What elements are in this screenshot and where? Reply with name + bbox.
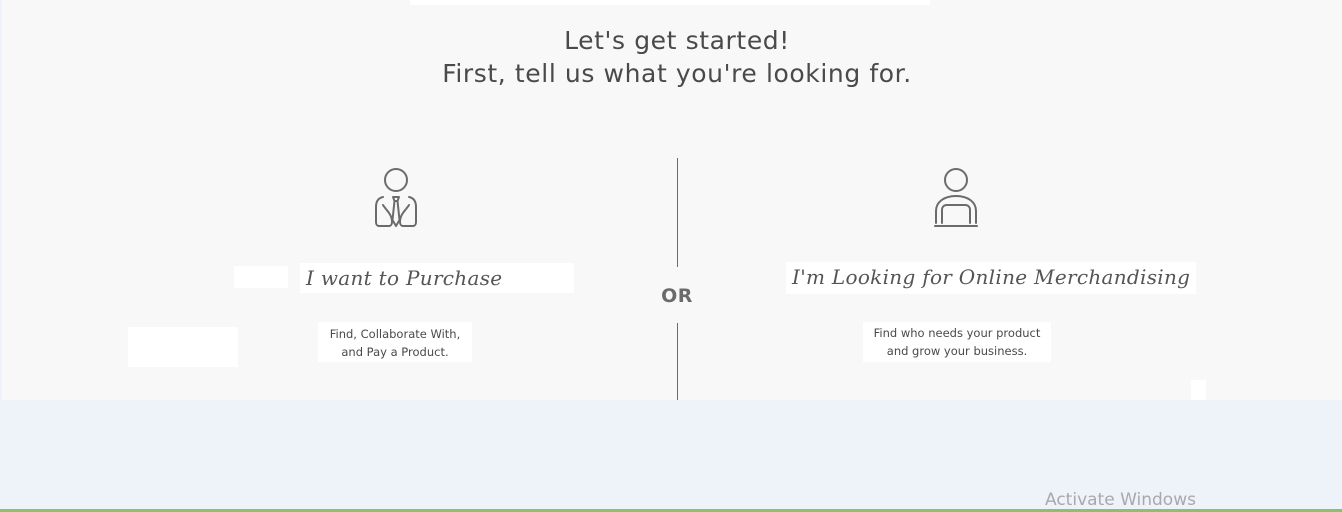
or-label: OR (661, 285, 693, 307)
person-laptop-icon (934, 168, 978, 227)
divider-line (677, 158, 678, 267)
purchase-option-title[interactable]: I want to Purchase (300, 263, 574, 293)
description-line: and Pay a Product. (341, 345, 449, 359)
purchase-option-description: Find, Collaborate With, and Pay a Produc… (318, 322, 472, 362)
page: Let's get started! First, tell us what y… (0, 0, 1342, 512)
description-line: and grow your business. (886, 344, 1028, 358)
divider-line (677, 323, 678, 400)
businessman-icon (375, 168, 417, 227)
page-heading: Let's get started! First, tell us what y… (0, 24, 1342, 90)
description-line: Find, Collaborate With, (329, 327, 461, 341)
heading-line-2: First, tell us what you're looking for. (442, 59, 912, 88)
activate-windows-watermark: Activate Windows (1045, 490, 1196, 510)
description-line: Find who needs your product (873, 326, 1041, 340)
merchandising-option-description: Find who needs your product and grow you… (863, 322, 1051, 362)
top-strip (410, 0, 930, 5)
highlight-block (128, 327, 238, 367)
highlight-block (234, 266, 288, 288)
heading-line-1: Let's get started! (564, 26, 790, 55)
highlight-block (1191, 380, 1206, 400)
merchandising-option-title[interactable]: I'm Looking for Online Merchandising (786, 262, 1196, 294)
